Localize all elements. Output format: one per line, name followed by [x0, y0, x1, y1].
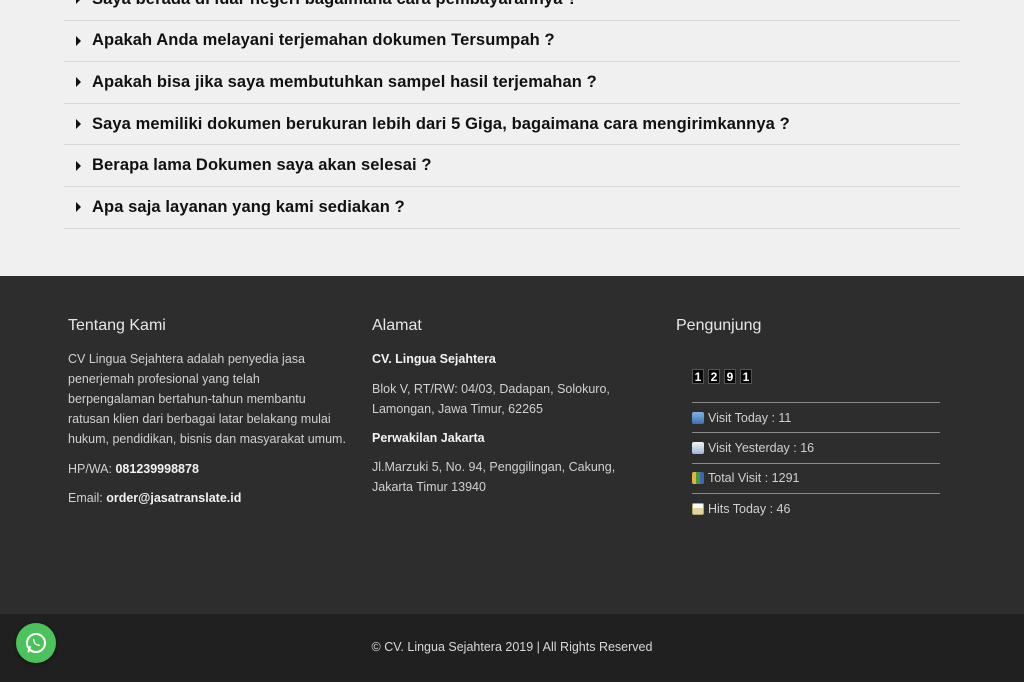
visitor-counter: 1 2 9 1 [692, 369, 752, 384]
visit-yesterday-icon [692, 441, 704, 454]
faq-question: Saya berada di luar negeri bagaimana car… [92, 0, 577, 9]
stat-text: Visit Yesterday : 16 [708, 440, 815, 455]
total-visit-chart-icon [692, 472, 704, 485]
branch-address: Jl.Marzuki 5, No. 94, Penggilingan, Caku… [372, 460, 616, 494]
caret-right-icon [76, 119, 81, 130]
caret-right-icon [76, 35, 81, 46]
stat-text: Hits Today : 46 [708, 501, 791, 516]
caret-right-icon [76, 77, 81, 88]
branch-name-text: Perwakilan Jakarta [372, 431, 485, 445]
main-address: Blok V, RT/RW: 04/03, Dadapan, Solokuro,… [372, 382, 610, 416]
email-line: Email: order@jasatranslate.id [68, 488, 348, 508]
faq-item[interactable]: Apakah bisa jika saya membutuhkan sampel… [64, 62, 960, 104]
stat-row: Total Visit : 1291 [692, 462, 940, 493]
company-name: CV. Lingua Sejahtera [372, 349, 496, 369]
faq-list: Saya berada di luar negeri bagaimana car… [64, 0, 960, 229]
faq-item[interactable]: Apa saja layanan yang kami sediakan ? [64, 187, 960, 229]
email-link[interactable]: order@jasatranslate.id [106, 491, 241, 505]
caret-right-icon [76, 202, 81, 213]
visitors-title: Pengunjung [676, 317, 762, 334]
faq-item[interactable]: Berapa lama Dokumen saya akan selesai ? [64, 145, 960, 187]
stat-text: Visit Today : 11 [708, 410, 792, 425]
stat-row: Visit Today : 11 [692, 402, 940, 432]
company-name-text: CV. Lingua Sejahtera [372, 352, 496, 366]
counter-digit: 1 [740, 369, 752, 384]
stat-text: Total Visit : 1291 [708, 471, 800, 486]
email-label: Email: [68, 491, 107, 505]
counter-digit: 9 [724, 369, 736, 384]
faq-section: Saya berada di luar negeri bagaimana car… [0, 0, 1024, 276]
stat-row: Hits Today : 46 [692, 492, 940, 523]
phone-label: HP/WA: [68, 462, 116, 476]
faq-question: Berapa lama Dokumen saya akan selesai ? [92, 156, 432, 175]
faq-item[interactable]: Apakah Anda melayani terjemahan dokumen … [64, 21, 960, 63]
hits-today-calendar-icon [692, 502, 704, 515]
whatsapp-button[interactable] [16, 623, 56, 663]
about-text: CV Lingua Sejahtera adalah penyedia jasa… [68, 352, 346, 446]
stat-row: Visit Yesterday : 16 [692, 432, 940, 462]
about-title: Tentang Kami [68, 317, 166, 334]
counter-digit: 1 [692, 369, 704, 384]
faq-question: Apakah bisa jika saya membutuhkan sampel… [92, 72, 597, 91]
caret-right-icon [76, 0, 81, 5]
phone-number[interactable]: 081239998878 [115, 462, 198, 476]
counter-digit: 2 [708, 369, 720, 384]
address-title: Alamat [372, 317, 422, 334]
caret-right-icon [76, 160, 81, 171]
faq-item[interactable]: Saya memiliki dokumen berukuran lebih da… [64, 104, 960, 146]
visit-today-icon [692, 411, 704, 424]
bottom-bar: © CV. Lingua Sejahtera 2019 | All Rights… [0, 614, 1024, 682]
footer: Tentang Kami CV Lingua Sejahtera adalah … [0, 276, 1024, 614]
phone-line: HP/WA: 081239998878 [68, 459, 348, 479]
branch-name: Perwakilan Jakarta [372, 428, 485, 448]
faq-question: Saya memiliki dokumen berukuran lebih da… [92, 114, 790, 133]
faq-item[interactable]: Saya berada di luar negeri bagaimana car… [64, 0, 960, 21]
faq-question: Apa saja layanan yang kami sediakan ? [92, 197, 405, 216]
copyright-text: © CV. Lingua Sejahtera 2019 | All Rights… [371, 640, 653, 654]
visitor-stats: Visit Today : 11 Visit Yesterday : 16 To… [692, 402, 940, 523]
whatsapp-icon [26, 633, 46, 653]
faq-question: Apakah Anda melayani terjemahan dokumen … [92, 31, 555, 50]
